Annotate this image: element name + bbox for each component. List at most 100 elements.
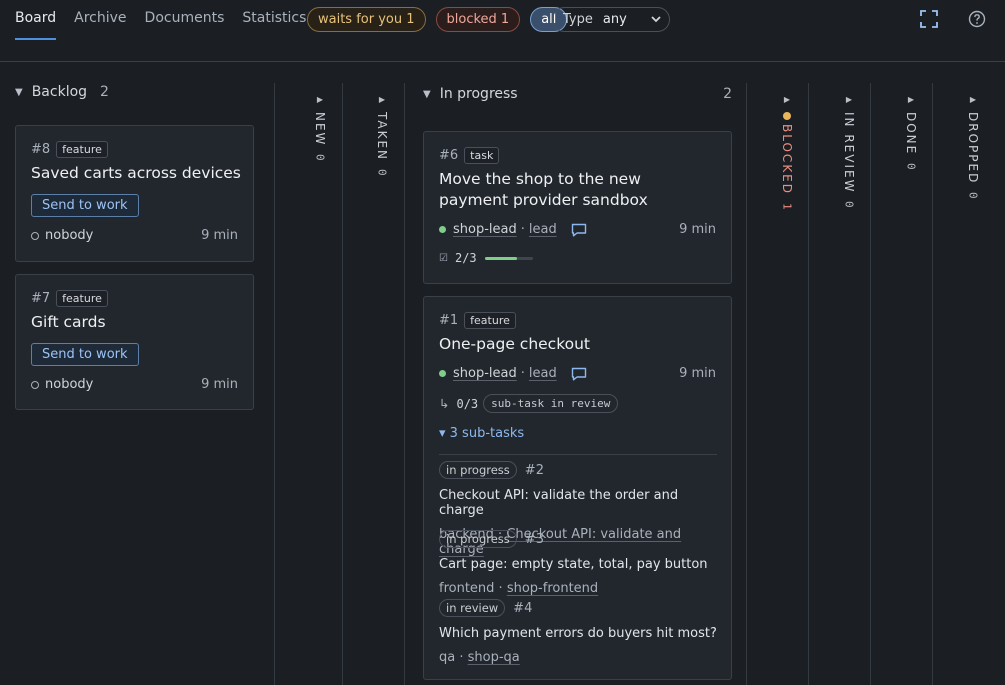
subtask-status-badge: sub-task in review bbox=[483, 394, 619, 413]
subtask-footer: qa · shop-qa bbox=[439, 650, 520, 665]
top-bar: Board Archive Documents Statistics waits… bbox=[0, 0, 1005, 62]
tab-archive[interactable]: Archive bbox=[74, 0, 126, 40]
subtask-number: #3 bbox=[524, 531, 544, 547]
nav-tabs: Board Archive Documents Statistics bbox=[15, 0, 324, 40]
active-status-dot bbox=[439, 370, 446, 377]
column-collapsed-new[interactable]: ▶ NEW 0 bbox=[310, 95, 330, 161]
column-count: 2 bbox=[723, 86, 732, 102]
task-title: Gift cards bbox=[31, 313, 106, 331]
task-age: 9 min bbox=[679, 222, 716, 237]
assignee: shop-lead · lead bbox=[439, 366, 587, 381]
subtask-link[interactable]: shop-qa bbox=[468, 650, 520, 665]
subtasks-toggle[interactable]: ▾ 3 sub-tasks bbox=[439, 426, 524, 441]
subtask-status: in review bbox=[439, 599, 506, 617]
column-count: 0 bbox=[966, 192, 980, 199]
column-title: In progress bbox=[439, 86, 518, 102]
comment-icon[interactable] bbox=[571, 367, 587, 381]
subtask-count: 0/3 bbox=[456, 396, 479, 411]
column-title: DONE bbox=[904, 112, 918, 156]
column-title: TAKEN bbox=[375, 112, 389, 162]
task-number: #8 bbox=[31, 142, 51, 157]
subtask-team: qa bbox=[439, 650, 456, 665]
subtask-item[interactable]: in review #4 Which payment errors do buy… bbox=[439, 599, 719, 665]
filter-blocked[interactable]: blocked 1 bbox=[435, 7, 521, 32]
column-divider bbox=[274, 83, 275, 685]
column-count: 2 bbox=[100, 84, 109, 100]
subtask-title: Cart page: empty state, total, pay butto… bbox=[439, 557, 708, 572]
team-link[interactable]: shop-lead bbox=[453, 222, 517, 237]
progress-bar bbox=[484, 256, 533, 260]
send-to-work-button[interactable]: Send to work bbox=[31, 194, 139, 217]
assignee-name: nobody bbox=[45, 377, 94, 392]
role-link[interactable]: lead bbox=[529, 366, 557, 381]
subtask-item[interactable]: in progress #3 Cart page: empty state, t… bbox=[439, 530, 719, 596]
checkbox-icon: ☑ bbox=[439, 252, 448, 264]
column-title: NEW bbox=[313, 112, 327, 147]
column-collapsed-dropped[interactable]: ▶ DROPPED 0 bbox=[963, 95, 983, 199]
checklist-count: 2/3 bbox=[454, 251, 477, 265]
fullscreen-icon[interactable] bbox=[919, 9, 939, 29]
task-number: #1 bbox=[439, 313, 459, 328]
task-card[interactable]: #6 task Move the shop to the new payment… bbox=[423, 131, 732, 284]
task-type-tag: feature bbox=[56, 141, 108, 158]
task-type-tag: feature bbox=[464, 312, 516, 329]
type-select-label: Type bbox=[563, 12, 593, 27]
filter-waits-for-you[interactable]: waits for you 1 bbox=[307, 7, 426, 32]
task-type-tag: task bbox=[464, 147, 500, 164]
column-collapsed-done[interactable]: ▶ DONE 0 bbox=[901, 95, 921, 170]
type-select-value: any bbox=[602, 12, 627, 27]
column-title: Backlog bbox=[31, 84, 88, 100]
expand-triangle-icon: ▶ bbox=[378, 95, 386, 104]
task-title: Saved carts across devices bbox=[31, 164, 241, 182]
task-age: 9 min bbox=[679, 366, 716, 381]
column-title: DROPPED bbox=[966, 112, 980, 185]
role-link[interactable]: lead bbox=[529, 222, 557, 237]
warning-dot bbox=[783, 112, 791, 120]
column-divider bbox=[342, 83, 343, 685]
task-title: One-page checkout bbox=[439, 335, 591, 353]
task-card[interactable]: #8 feature Saved carts across devices Se… bbox=[15, 125, 254, 262]
progress-fill bbox=[484, 256, 517, 260]
column-count: 0 bbox=[313, 154, 327, 162]
tab-documents[interactable]: Documents bbox=[145, 0, 225, 40]
column-count: 0 bbox=[375, 169, 389, 176]
subtask-link[interactable]: shop-frontend bbox=[507, 581, 598, 596]
active-status-dot bbox=[439, 226, 446, 233]
column-count: 0 bbox=[842, 201, 856, 209]
expand-triangle-icon: ▶ bbox=[907, 95, 915, 104]
expand-triangle-icon: ▶ bbox=[316, 95, 324, 104]
tab-statistics[interactable]: Statistics bbox=[242, 0, 306, 40]
send-to-work-button[interactable]: Send to work bbox=[31, 343, 139, 366]
tab-board[interactable]: Board bbox=[15, 0, 57, 40]
assignee: nobody bbox=[31, 228, 93, 243]
subtask-progress: ↳ 0/3 sub-task in review bbox=[439, 394, 619, 413]
task-card[interactable]: #7 feature Gift cards Send to work nobod… bbox=[15, 274, 254, 410]
expand-triangle-icon: ▶ bbox=[783, 95, 791, 104]
assignee-name: nobody bbox=[45, 228, 94, 243]
divider bbox=[439, 454, 717, 455]
subtask-title: Which payment errors do buyers hit most? bbox=[439, 626, 717, 641]
column-count: 0 bbox=[904, 163, 918, 170]
collapse-triangle-icon: ▼ bbox=[423, 88, 431, 100]
column-collapsed-in-review[interactable]: ▶ IN REVIEW 0 bbox=[839, 95, 859, 208]
unassigned-circle-icon bbox=[31, 380, 39, 389]
collapse-triangle-icon: ▼ bbox=[15, 86, 23, 98]
column-collapsed-taken[interactable]: ▶ TAKEN 0 bbox=[372, 95, 392, 176]
subtask-arrow-icon: ↳ bbox=[439, 396, 450, 411]
column-header-in-progress[interactable]: ▼ In progress 2 bbox=[423, 86, 732, 102]
comment-icon[interactable] bbox=[571, 223, 587, 237]
task-age: 9 min bbox=[201, 377, 238, 392]
unassigned-circle-icon bbox=[31, 231, 39, 240]
column-title: BLOCKED bbox=[780, 124, 794, 196]
column-collapsed-blocked[interactable]: ▶ BLOCKED 1 bbox=[777, 95, 797, 210]
task-card[interactable]: #1 feature One-page checkout shop-lead ·… bbox=[423, 296, 732, 680]
type-select[interactable]: Type any bbox=[552, 7, 670, 32]
subtask-footer: frontend · shop-frontend bbox=[439, 581, 599, 596]
column-header-backlog[interactable]: ▼ Backlog 2 bbox=[15, 84, 109, 100]
subtask-number: #4 bbox=[513, 600, 533, 616]
help-icon[interactable] bbox=[967, 9, 987, 29]
team-link[interactable]: shop-lead bbox=[453, 366, 517, 381]
separator-dot: · bbox=[520, 222, 525, 237]
subtask-status: in progress bbox=[439, 461, 517, 479]
subtask-number: #2 bbox=[524, 462, 544, 478]
